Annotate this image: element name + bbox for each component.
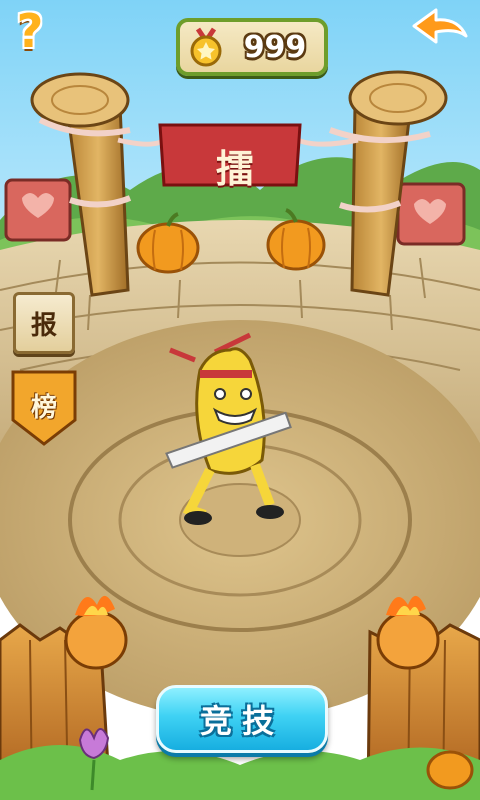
leaderboard-label: 榜 [30, 392, 57, 423]
arena-banner: 擂 [195, 135, 275, 195]
banner-label: 擂 [215, 145, 254, 191]
leaderboard-button[interactable]: 榜 [13, 372, 75, 444]
medal-coin-icon [190, 27, 222, 67]
help-button[interactable]: ? [8, 4, 52, 58]
compete-button[interactable]: 竞技 [156, 685, 328, 753]
signup-button[interactable]: 报 [13, 292, 75, 354]
help-label: ? [16, 4, 44, 58]
coin-counter: 999 [176, 18, 328, 76]
back-arrow-icon[interactable] [410, 6, 470, 52]
small-pumpkin [426, 750, 474, 790]
coin-count: 999 [243, 29, 307, 65]
compete-label: 竞技 [199, 702, 284, 740]
right-crate [396, 182, 466, 246]
signup-label: 报 [30, 310, 57, 341]
left-crate [4, 178, 72, 242]
grass [0, 745, 480, 800]
